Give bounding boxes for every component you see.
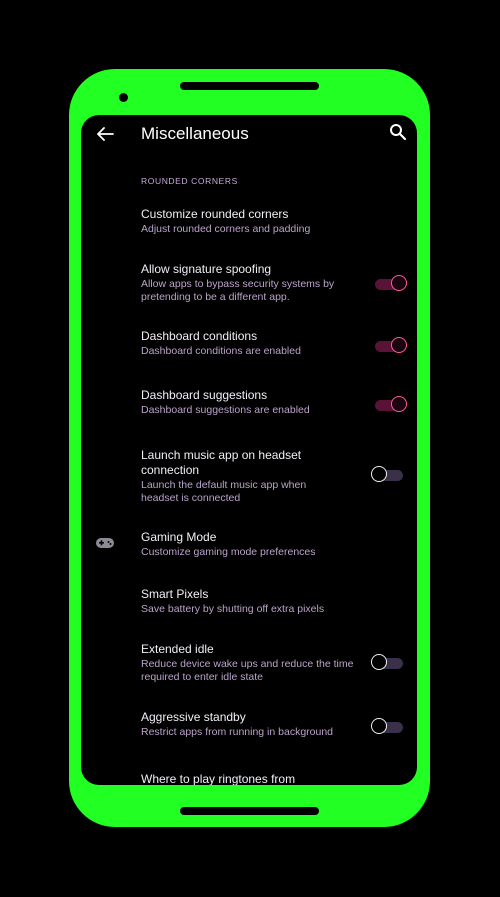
pref-summary: Adjust rounded corners and padding [141,223,311,235]
pref-title: Gaming Mode [141,530,217,544]
pref-title: Extended idle [141,642,214,656]
pref-gaming-mode[interactable]: Gaming Mode Customize gaming mode prefer… [141,530,361,559]
dashboard-conditions-switch[interactable] [373,336,407,356]
pref-aggressive-standby[interactable]: Aggressive standby Restrict apps from ru… [141,710,361,739]
pref-summary: Launch the default music app when headse… [141,479,307,504]
pref-summary: Dashboard conditions are enabled [141,345,301,357]
pref-extended-idle[interactable]: Extended idle Reduce device wake ups and… [141,642,361,684]
pref-launch-music-app[interactable]: Launch music app on headset connection L… [141,448,361,505]
gamepad-icon [96,538,114,548]
back-arrow-icon[interactable] [94,123,116,145]
pref-title: Aggressive standby [141,710,246,724]
launch-music-switch[interactable] [371,465,405,485]
phone-frame: Miscellaneous ROUNDED CORNERS Customize … [69,69,430,827]
signature-spoofing-switch[interactable] [373,274,407,294]
search-icon[interactable] [388,122,408,142]
pref-summary: Restrict apps from running in background [141,726,334,738]
pref-customize-rounded-corners[interactable]: Customize rounded corners Adjust rounded… [141,207,361,236]
pref-summary: Reduce device wake ups and reduce the ti… [141,658,354,683]
pref-title: Launch music app on headset connection [141,448,302,477]
pref-summary: Dashboard suggestions are enabled [141,404,310,416]
app-bar: Miscellaneous [81,115,417,159]
page-title: Miscellaneous [141,124,249,143]
aggressive-standby-switch[interactable] [371,717,405,737]
pref-allow-signature-spoofing[interactable]: Allow signature spoofing Allow apps to b… [141,262,361,304]
pref-summary: Save battery by shutting off extra pixel… [141,603,325,615]
pref-summary: Customize gaming mode preferences [141,546,316,558]
pref-dashboard-suggestions[interactable]: Dashboard suggestions Dashboard suggesti… [141,388,361,417]
pref-title: Where to play ringtones from [141,772,296,785]
screen: Miscellaneous ROUNDED CORNERS Customize … [81,115,417,785]
pref-summary: Allow apps to bypass security systems by… [141,278,335,303]
pref-title: Smart Pixels [141,587,209,601]
front-camera [119,93,128,102]
section-header: ROUNDED CORNERS [141,176,238,186]
pref-title: Dashboard conditions [141,329,258,343]
extended-idle-switch[interactable] [371,653,405,673]
pref-smart-pixels[interactable]: Smart Pixels Save battery by shutting of… [141,587,361,616]
pref-title: Dashboard suggestions [141,388,268,402]
pref-ringtone-output[interactable]: Where to play ringtones from [141,772,361,785]
pref-dashboard-conditions[interactable]: Dashboard conditions Dashboard condition… [141,329,361,358]
pref-title: Customize rounded corners [141,207,289,221]
earpiece-speaker [180,82,319,90]
dashboard-suggestions-switch[interactable] [373,395,407,415]
pref-title: Allow signature spoofing [141,262,272,276]
bottom-speaker [180,807,319,815]
